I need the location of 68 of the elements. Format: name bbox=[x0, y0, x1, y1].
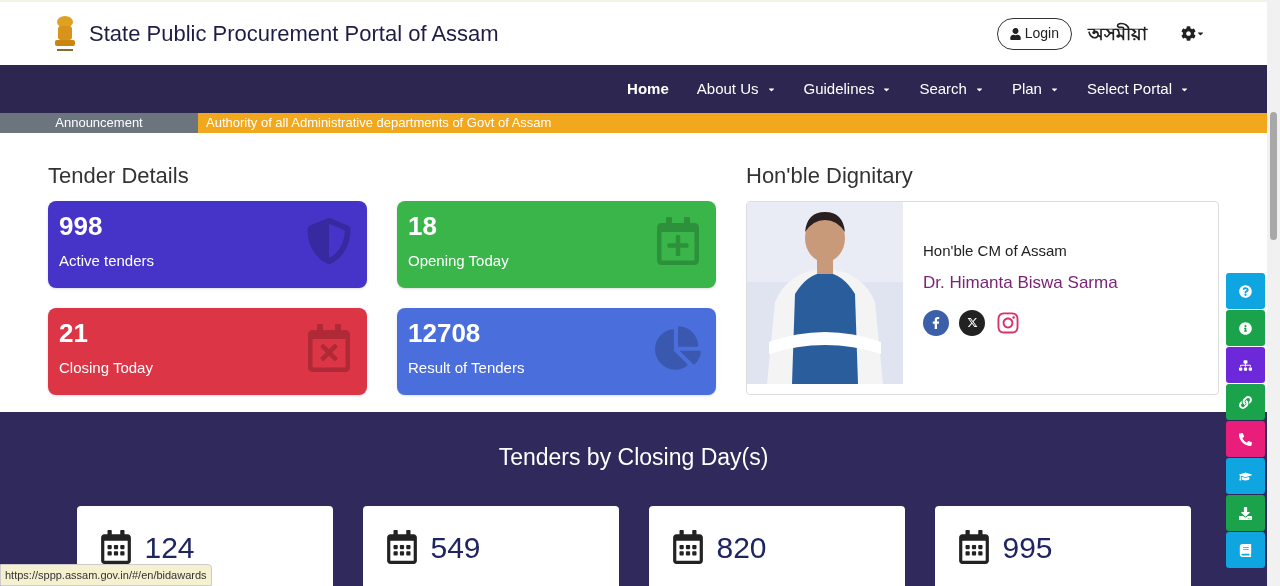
closing-day-card[interactable]: 820 bbox=[648, 506, 905, 586]
side-button[interactable] bbox=[1226, 532, 1265, 568]
status-url-tooltip: https://sppp.assam.gov.in/#/en/bidawards bbox=[0, 563, 212, 586]
side-button[interactable] bbox=[1226, 347, 1265, 383]
nav-link[interactable]: About Us bbox=[696, 78, 776, 101]
settings-button[interactable] bbox=[1181, 26, 1205, 42]
closing-day-count: 995 bbox=[1002, 530, 1053, 566]
stat-label: Active tenders bbox=[59, 250, 155, 271]
section-heading: Tenders by Closing Day(s) bbox=[498, 442, 769, 472]
dignitary-role: Hon'ble CM of Assam bbox=[923, 240, 1068, 261]
closing-day-count: 549 bbox=[430, 530, 481, 566]
side-button[interactable] bbox=[1226, 310, 1265, 346]
stat-label: Opening Today bbox=[408, 250, 509, 271]
announcement-text: Authority of all Administrative departments of Govt of Assam bbox=[198, 113, 1267, 133]
calendar-icon bbox=[100, 530, 131, 564]
closing-day-count: 124 bbox=[144, 530, 195, 566]
calendar-icon bbox=[386, 530, 417, 564]
help-icon bbox=[1239, 284, 1252, 298]
calendar-icon bbox=[958, 530, 989, 564]
stat-count: 998 bbox=[59, 210, 104, 241]
side-button[interactable] bbox=[1226, 384, 1265, 420]
stat-card[interactable]: 998 Active tenders bbox=[48, 200, 367, 288]
nav-link[interactable]: Search bbox=[919, 78, 984, 101]
nav-link[interactable]: Plan bbox=[1011, 78, 1059, 101]
nav-link[interactable]: Home bbox=[627, 78, 669, 101]
dignitary-name: Dr. Himanta Biswa Sarma bbox=[923, 272, 1118, 295]
emblem-logo bbox=[52, 13, 78, 54]
site-title: State Public Procurement Portal of Assam bbox=[89, 20, 499, 49]
facebook-icon bbox=[930, 316, 942, 329]
stat-card[interactable]: 21 Closing Today bbox=[48, 307, 367, 395]
section-heading: Tender Details bbox=[48, 161, 190, 190]
closing-day-count: 820 bbox=[716, 530, 767, 566]
nav-link[interactable]: Guidelines bbox=[803, 78, 892, 101]
link-icon bbox=[1239, 395, 1252, 409]
closing-day-card[interactable]: 549 bbox=[362, 506, 619, 586]
stat-card[interactable]: 12708 Result of Tenders bbox=[397, 307, 716, 395]
stat-label: Closing Today bbox=[59, 357, 153, 378]
stat-label: Result of Tenders bbox=[408, 357, 525, 378]
x-icon bbox=[966, 317, 978, 329]
shield-icon bbox=[306, 216, 352, 265]
pie-chart-icon bbox=[655, 323, 701, 372]
calendar-plus-icon bbox=[655, 216, 701, 265]
side-button[interactable] bbox=[1226, 421, 1265, 457]
sitemap-icon bbox=[1239, 358, 1252, 372]
section-heading: Hon'ble Dignitary bbox=[746, 161, 914, 190]
stat-count: 21 bbox=[59, 317, 89, 348]
side-button[interactable] bbox=[1226, 273, 1265, 309]
calendar-x-icon bbox=[306, 323, 352, 372]
download-icon bbox=[1239, 506, 1252, 520]
scrollbar[interactable] bbox=[1267, 0, 1280, 586]
stat-count: 18 bbox=[408, 210, 438, 241]
instagram-icon bbox=[996, 310, 1020, 335]
side-button[interactable] bbox=[1226, 458, 1265, 494]
side-button[interactable] bbox=[1226, 495, 1265, 531]
nav-link[interactable]: Select Portal bbox=[1086, 78, 1189, 101]
x-link[interactable] bbox=[959, 309, 985, 336]
phone-icon bbox=[1239, 432, 1252, 446]
user-icon bbox=[1009, 27, 1021, 40]
announcement-label: Announcement bbox=[0, 113, 198, 133]
facebook-link[interactable] bbox=[923, 309, 949, 336]
language-link[interactable]: অসমীয়া bbox=[1088, 20, 1147, 48]
info-icon bbox=[1239, 321, 1252, 335]
closing-day-card[interactable]: 995 bbox=[934, 506, 1191, 586]
book-icon bbox=[1239, 543, 1252, 557]
calendar-icon bbox=[672, 530, 703, 564]
settings-icon bbox=[1181, 26, 1196, 42]
instagram-link[interactable] bbox=[995, 309, 1021, 336]
stat-count: 12708 bbox=[408, 317, 482, 348]
